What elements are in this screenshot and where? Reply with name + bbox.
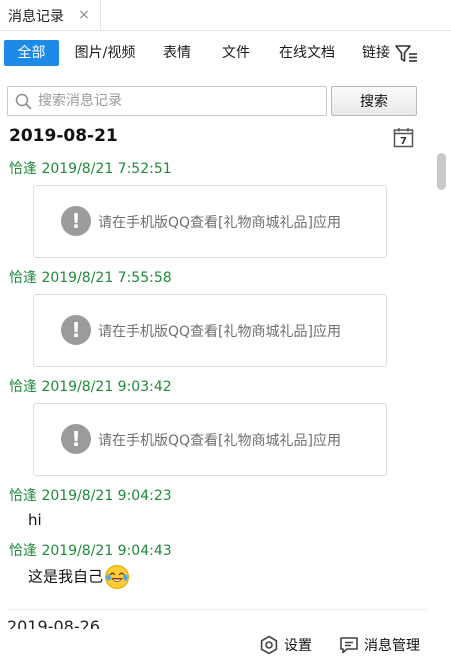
history-tab-title: 消息记录 (8, 8, 64, 25)
warning-icon: ! (61, 424, 91, 454)
search-button[interactable]: 搜索 (331, 86, 417, 116)
tab-files[interactable]: 文件 (214, 40, 258, 66)
search-box[interactable] (7, 86, 327, 116)
tab-all[interactable]: 全部 (4, 40, 59, 66)
filter-icon[interactable] (394, 44, 418, 64)
app-notice-card[interactable]: ! 请在手机版QQ查看[礼物商城礼品]应用 (33, 403, 387, 476)
category-tabs: 全部 图片/视频 表情 文件 在线文档 链接 (0, 38, 451, 68)
next-date-header: 2019-08-26 (7, 617, 100, 629)
app-notice-card[interactable]: ! 请在手机版QQ查看[礼物商城礼品]应用 (33, 185, 387, 258)
message-text: hi (28, 511, 42, 529)
message-manage-label: 消息管理 (364, 638, 420, 654)
tab-stickers[interactable]: 表情 (155, 40, 199, 66)
app-notice-card[interactable]: ! 请在手机版QQ查看[礼物商城礼品]应用 (33, 294, 387, 367)
message-manage-button[interactable]: 消息管理 (339, 634, 420, 656)
date-divider (7, 609, 427, 610)
search-icon (15, 93, 32, 110)
title-bar: 消息记录 × (0, 0, 451, 31)
message-sender-time: 恰逢 2019/8/21 7:52:51 (9, 161, 172, 177)
close-icon[interactable]: × (76, 7, 92, 23)
message-sender-time: 恰逢 2019/8/21 9:03:42 (9, 379, 172, 395)
tab-images-videos[interactable]: 图片/视频 (66, 40, 144, 66)
warning-icon: ! (61, 206, 91, 236)
warning-icon: ! (61, 315, 91, 345)
scrollbar-track[interactable] (435, 148, 447, 626)
message-text: 这是我自己 (28, 567, 104, 586)
settings-button[interactable]: 设置 (259, 634, 312, 656)
history-tab[interactable]: 消息记录 × (0, 0, 101, 31)
search-input[interactable] (38, 90, 320, 112)
notice-text: 请在手机版QQ查看[礼物商城礼品]应用 (98, 433, 341, 449)
scrollbar-thumb[interactable] (437, 153, 446, 190)
notice-text: 请在手机版QQ查看[礼物商城礼品]应用 (98, 324, 341, 340)
settings-label: 设置 (284, 638, 312, 654)
calendar-icon[interactable]: 7 (393, 127, 414, 148)
tab-online-docs[interactable]: 在线文档 (271, 40, 343, 66)
message-sender-time: 恰逢 2019/8/21 9:04:23 (9, 488, 172, 504)
bottom-toolbar: 设置 消息管理 (0, 629, 451, 659)
settings-icon (260, 635, 278, 655)
message-row: 这是我自己 (28, 564, 130, 590)
laughing-tears-emoji-icon (105, 565, 130, 589)
date-header: 2019-08-21 (9, 126, 118, 146)
notice-text: 请在手机版QQ查看[礼物商城礼品]应用 (98, 215, 341, 231)
chat-manage-icon (340, 637, 358, 654)
tab-links[interactable]: 链接 (356, 40, 396, 66)
message-sender-time: 恰逢 2019/8/21 7:55:58 (9, 270, 172, 286)
message-sender-time: 恰逢 2019/8/21 9:04:43 (9, 543, 172, 559)
calendar-day: 7 (400, 136, 407, 147)
